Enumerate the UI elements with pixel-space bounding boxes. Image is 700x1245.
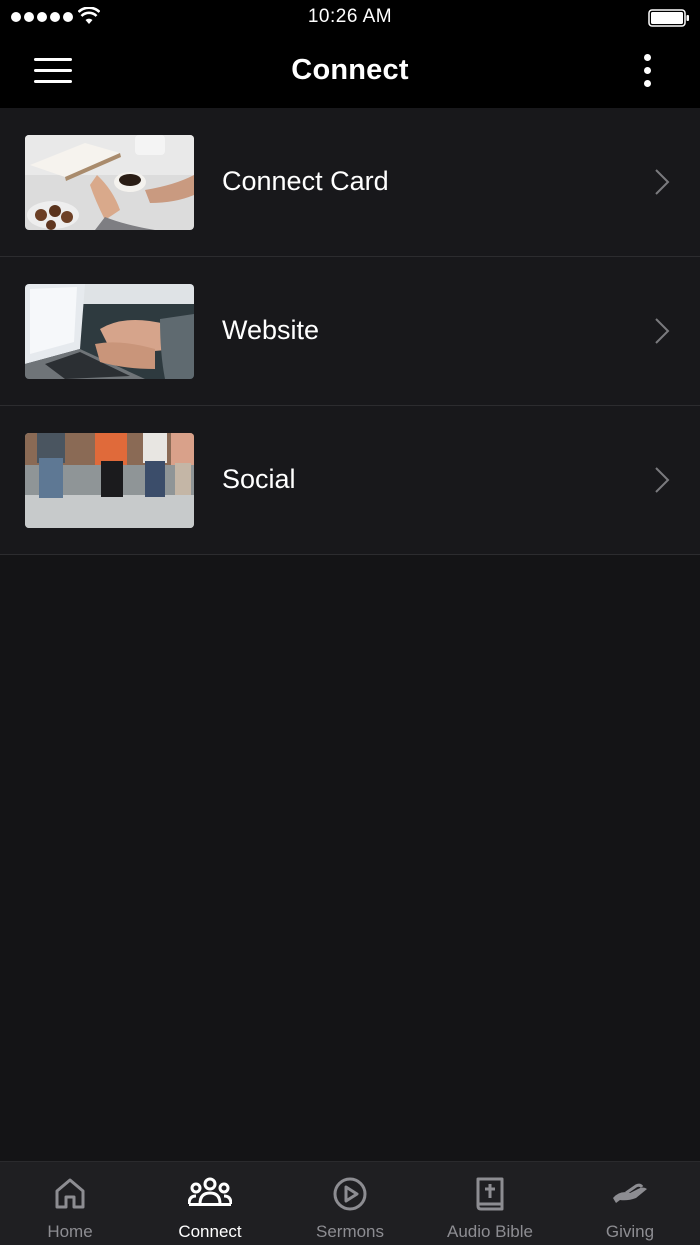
battery-icon [648, 9, 689, 27]
home-icon [55, 1178, 85, 1209]
laptop-typing-photo [25, 284, 194, 379]
tab-connect[interactable]: Connect [140, 1162, 280, 1245]
list-item-website[interactable]: Website [0, 257, 700, 406]
coffee-and-bible-photo [25, 135, 194, 230]
list-item-connect-card[interactable]: Connect Card [0, 108, 700, 257]
group-sitting-photo [25, 433, 194, 528]
tab-audio-bible[interactable]: Audio Bible [420, 1162, 560, 1245]
bible-icon [476, 1177, 504, 1211]
tab-label: Sermons [315, 1222, 385, 1241]
chevron-right-icon [655, 318, 670, 344]
tab-label: Home [47, 1222, 93, 1241]
tab-label: Audio Bible [446, 1222, 533, 1241]
play-circle-icon [333, 1177, 367, 1211]
people-icon [188, 1177, 232, 1206]
list-item-label: Connect Card [222, 166, 389, 196]
more-options-icon[interactable] [636, 54, 658, 92]
tab-giving[interactable]: Giving [560, 1162, 700, 1245]
tab-sermons[interactable]: Sermons [280, 1162, 420, 1245]
status-bar: 10:26 AM [0, 0, 700, 36]
navigation-bar: Connect [0, 36, 700, 108]
page-title: Connect [291, 54, 409, 86]
status-time: 10:26 AM [307, 6, 393, 27]
list-item-label: Social [222, 464, 296, 494]
list-item-social[interactable]: Social [0, 406, 700, 555]
tab-label: Giving [605, 1222, 655, 1241]
chevron-right-icon [655, 467, 670, 493]
connect-list: Connect Card Website Social [0, 108, 700, 555]
giving-hand-icon [613, 1183, 647, 1203]
tab-label: Connect [178, 1222, 242, 1241]
tab-home[interactable]: Home [0, 1162, 140, 1245]
chevron-right-icon [655, 169, 670, 195]
tab-bar: Home Connect Sermons Audio Bible Giving [0, 1161, 700, 1245]
list-item-label: Website [222, 315, 320, 345]
